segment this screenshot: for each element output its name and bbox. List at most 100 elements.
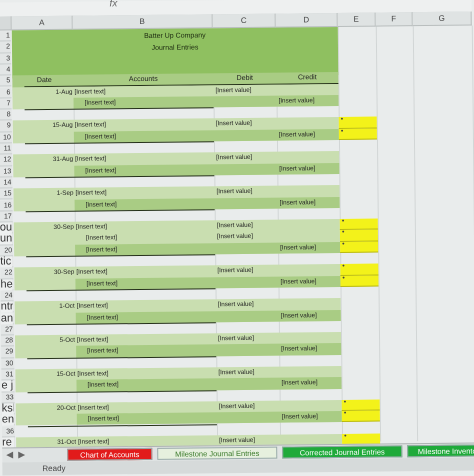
check-cell[interactable]: • bbox=[340, 240, 379, 253]
check-cell[interactable]: • bbox=[341, 410, 380, 423]
background-window-text: ksh bbox=[1, 403, 14, 415]
row-header-10[interactable]: 10 bbox=[0, 132, 12, 144]
row-header-4[interactable]: 4 bbox=[0, 64, 12, 76]
entry-debit[interactable]: [Insert value] bbox=[216, 152, 276, 164]
check-cell[interactable]: • bbox=[339, 229, 379, 242]
entry-date[interactable]: 1-Oct bbox=[15, 301, 75, 313]
sheet-tab[interactable]: Chart of Accounts bbox=[67, 447, 153, 461]
entry-debit[interactable]: [Insert value] bbox=[218, 299, 278, 311]
check-mark-icon: • bbox=[341, 229, 345, 237]
column-header-g[interactable]: G bbox=[412, 11, 472, 27]
entry-date[interactable]: 5-Oct bbox=[15, 335, 75, 347]
row-header-16[interactable]: 16 bbox=[0, 199, 13, 212]
row-header-9[interactable]: 9 bbox=[0, 120, 12, 133]
check-mark-icon: • bbox=[340, 127, 344, 135]
entry-debit[interactable]: [Insert value] bbox=[217, 220, 277, 232]
row-header-28[interactable]: 28 bbox=[0, 335, 15, 347]
row-header-6[interactable]: 6 bbox=[0, 86, 12, 99]
column-header-c[interactable]: C bbox=[212, 13, 276, 29]
row-header-30[interactable]: 30 bbox=[1, 358, 15, 370]
entry-credit[interactable]: [Insert value] bbox=[279, 163, 337, 175]
entry-account[interactable]: [Insert text] bbox=[87, 379, 217, 391]
entry-credit[interactable]: [Insert value] bbox=[280, 242, 338, 254]
entry-debit[interactable]: [Insert value] bbox=[219, 400, 279, 412]
background-window-text: un bbox=[0, 233, 13, 245]
row-header-14[interactable]: 14 bbox=[0, 177, 13, 189]
entry-account[interactable]: [Insert text] bbox=[87, 311, 217, 323]
row-header-24[interactable]: 24 bbox=[0, 290, 14, 302]
row-header-12[interactable]: 12 bbox=[0, 154, 13, 167]
column-header-d[interactable]: D bbox=[275, 12, 338, 28]
entry-debit[interactable]: [Insert value] bbox=[216, 118, 276, 130]
entry-account[interactable]: [Insert text] bbox=[88, 412, 218, 424]
column-header-f[interactable]: F bbox=[375, 12, 413, 27]
check-cell[interactable]: • bbox=[338, 116, 377, 129]
sheet-tab[interactable]: Milestone Invento bbox=[407, 444, 474, 458]
sheet-tab[interactable]: Milestone Journal Entries bbox=[157, 446, 278, 460]
entry-debit[interactable]: [Insert value] bbox=[216, 186, 276, 198]
row-header-5[interactable]: 5 bbox=[0, 75, 12, 88]
row-header-7[interactable]: 7 bbox=[0, 98, 12, 110]
row-header-2[interactable]: 2 bbox=[0, 41, 12, 54]
row-header-8[interactable]: 8 bbox=[0, 109, 12, 121]
entry-account[interactable]: [Insert text] bbox=[86, 198, 216, 210]
row-header-11[interactable]: 11 bbox=[0, 143, 13, 155]
entry-credit[interactable]: [Insert value] bbox=[279, 129, 337, 141]
entry-date[interactable]: 1-Sep bbox=[13, 188, 74, 200]
row-header-3[interactable]: 3 bbox=[0, 52, 12, 65]
row-header-33[interactable]: 33 bbox=[1, 391, 15, 404]
row-header-13[interactable]: 13 bbox=[0, 165, 13, 178]
entry-date[interactable]: 20-Oct bbox=[16, 403, 76, 415]
entry-debit[interactable]: [Insert value] bbox=[217, 231, 277, 243]
entry-account[interactable]: [Insert text] bbox=[84, 96, 214, 108]
entry-account[interactable]: [Insert text] bbox=[86, 243, 216, 255]
company-name: Batter Up Company bbox=[144, 32, 206, 40]
tab-scroll-right-icon[interactable]: ▶ bbox=[18, 449, 25, 460]
row-header-36[interactable]: 36 bbox=[1, 425, 16, 438]
row-header-15[interactable]: 15 bbox=[0, 188, 13, 200]
entry-date[interactable]: 1-Aug bbox=[12, 86, 73, 98]
column-header-e[interactable]: E bbox=[337, 12, 376, 27]
entry-debit[interactable]: [Insert value] bbox=[215, 84, 275, 96]
background-window-text: entr bbox=[1, 414, 14, 426]
entry-account[interactable]: [Insert text] bbox=[85, 164, 215, 176]
row-header-29[interactable]: 29 bbox=[1, 346, 15, 359]
entry-date[interactable]: 15-Aug bbox=[13, 120, 73, 132]
entry-date[interactable]: 30-Sep bbox=[14, 267, 74, 279]
entry-date[interactable]: 15-Oct bbox=[15, 369, 75, 381]
entry-date[interactable]: 30-Sep bbox=[14, 222, 74, 234]
check-mark-icon: • bbox=[341, 218, 345, 226]
entry-credit[interactable]: [Insert value] bbox=[281, 343, 339, 355]
entry-account[interactable]: [Insert text] bbox=[87, 345, 217, 357]
check-mark-icon: • bbox=[342, 240, 345, 248]
entry-credit[interactable]: [Insert value] bbox=[280, 276, 338, 288]
row-header-1[interactable]: 1 bbox=[0, 30, 11, 42]
check-cell[interactable]: • bbox=[340, 263, 379, 276]
entry-credit[interactable]: [Insert value] bbox=[282, 411, 340, 423]
entry-account[interactable]: [Insert text] bbox=[75, 187, 205, 199]
entry-debit[interactable]: [Insert value] bbox=[218, 333, 278, 345]
check-cell[interactable]: • bbox=[340, 274, 379, 287]
column-header-a[interactable]: A bbox=[11, 15, 73, 31]
entry-credit[interactable]: [Insert value] bbox=[281, 377, 339, 389]
entry-credit[interactable]: [Insert value] bbox=[278, 95, 336, 107]
row-header-20[interactable]: 20 bbox=[0, 245, 14, 257]
entry-debit[interactable]: [Insert value] bbox=[218, 367, 278, 379]
entry-credit[interactable]: [Insert value] bbox=[281, 309, 339, 321]
entry-credit[interactable]: [Insert value] bbox=[280, 196, 338, 208]
sheet-tab[interactable]: Corrected Journal Entries bbox=[282, 445, 403, 459]
row-header-22[interactable]: 22 bbox=[0, 267, 14, 280]
check-cell[interactable]: • bbox=[338, 127, 377, 140]
column-header-b[interactable]: B bbox=[72, 14, 213, 30]
select-all-corner[interactable] bbox=[0, 16, 12, 31]
entry-debit[interactable]: [Insert value] bbox=[217, 265, 277, 277]
tab-scroll-left-icon[interactable]: ◀ bbox=[6, 449, 13, 460]
check-cell[interactable]: • bbox=[341, 399, 380, 412]
check-cell[interactable]: • bbox=[339, 218, 378, 231]
entry-date[interactable]: 31-Aug bbox=[13, 154, 73, 166]
row-header-17[interactable]: 17 bbox=[0, 211, 13, 223]
row-header-27[interactable]: 27 bbox=[0, 324, 14, 336]
entry-account[interactable]: [Insert text] bbox=[86, 277, 216, 289]
entry-account[interactable]: [Insert text] bbox=[85, 130, 215, 142]
row-header-31[interactable]: 31 bbox=[1, 369, 15, 381]
